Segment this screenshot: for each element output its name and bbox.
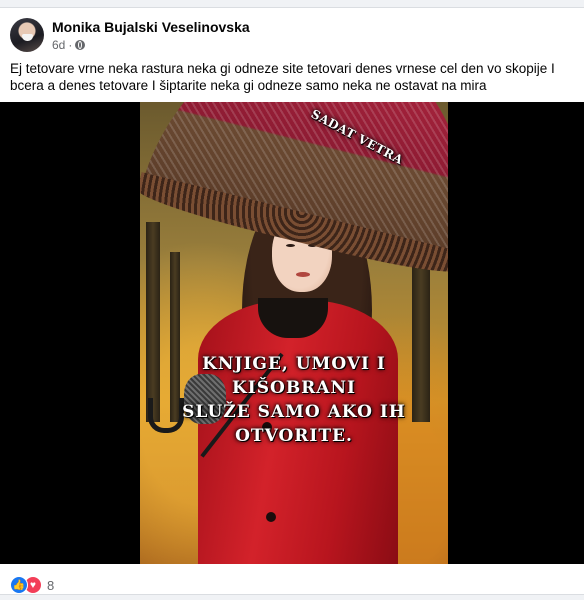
avatar[interactable] (10, 18, 44, 52)
globe-icon[interactable] (75, 40, 86, 50)
author-name[interactable]: Monika Bujalski Veselinovska (52, 19, 250, 35)
like-icon[interactable]: 👍 (10, 576, 28, 594)
reaction-count[interactable]: 8 (47, 578, 54, 593)
lips-shape (296, 272, 310, 277)
post-photo[interactable]: SADAT VETRA KNJIGE, UMOVI I KIŠOBRANI SL… (140, 102, 448, 564)
post-media[interactable]: SADAT VETRA KNJIGE, UMOVI I KIŠOBRANI SL… (0, 102, 584, 564)
post-card: Monika Bujalski Veselinovska 6d · Ej tet… (0, 7, 584, 595)
image-quote: KNJIGE, UMOVI I KIŠOBRANI SLUŽE SAMO AKO… (140, 352, 448, 448)
avatar-face-mask (22, 34, 33, 41)
post-meta: 6d · (52, 38, 86, 52)
meta-separator: · (68, 38, 73, 52)
post-text: Ej tetovare vrne neka rastura neka gi od… (10, 61, 555, 93)
quote-line: SLUŽE SAMO AKO IH (182, 402, 406, 422)
quote-line: OTVORITE. (235, 426, 353, 446)
reaction-summary[interactable]: 👍 ♥ 8 (10, 574, 54, 596)
post-header: Monika Bujalski Veselinovska 6d · (10, 18, 570, 54)
post-timestamp[interactable]: 6d (52, 38, 65, 52)
quote-line: KNJIGE, UMOVI I KIŠOBRANI (202, 354, 386, 398)
eye-shape (286, 244, 295, 247)
coat-button (266, 512, 276, 522)
